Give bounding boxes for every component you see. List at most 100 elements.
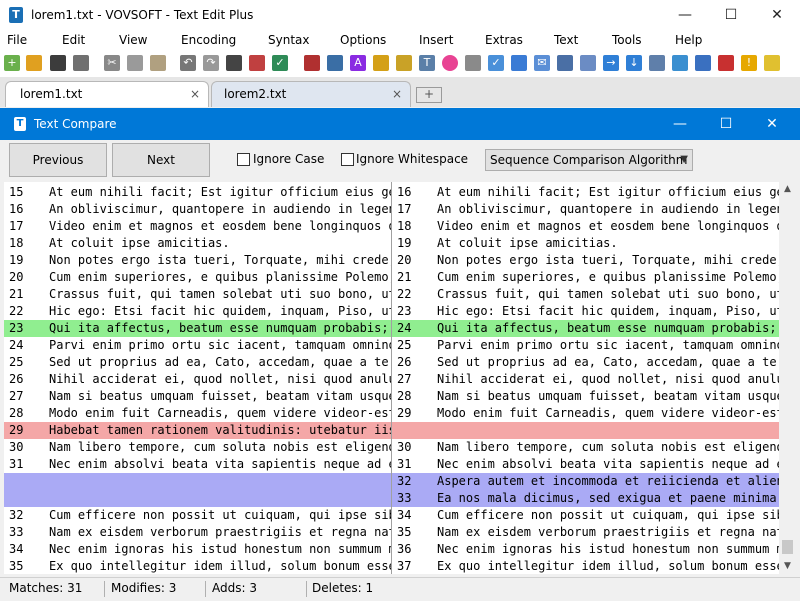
line-text: Habebat tamen rationem valitudinis: uteb… [49, 422, 391, 439]
text-icon[interactable]: T [419, 55, 435, 71]
line-text: Parvi enim primo ortu sic iacent, tamqua… [49, 337, 391, 354]
status-modifies: Modifies: 3 [111, 578, 176, 598]
minimize-button[interactable]: — [662, 0, 708, 30]
arrow-right-icon[interactable]: → [603, 55, 619, 71]
dialog-maximize-button[interactable]: ☐ [703, 109, 749, 140]
line-number: 24 [4, 337, 49, 354]
compare-line: 37Ex quo intellegitur idem illud, solum … [392, 558, 780, 574]
compare-line: 35Nam ex eisdem verborum praestrigiis et… [392, 524, 780, 541]
compare-line: 25Parvi enim primo ortu sic iacent, tamq… [392, 337, 780, 354]
menu-file[interactable]: File [7, 30, 27, 51]
dialog-close-button[interactable]: ✕ [749, 109, 795, 140]
arrow-down-icon[interactable]: ↓ [626, 55, 642, 71]
compare-line: 18At coluit ipse amicitias. [4, 235, 391, 252]
line-text: Nam ex eisdem verborum praestrigiis et r… [437, 524, 780, 541]
compare-line: 21Crassus fuit, qui tamen solebat uti su… [4, 286, 391, 303]
algorithm-value: Sequence Comparison Algorithm [490, 150, 687, 170]
line-text: Sed ut proprius ad ea, Cato, accedam, qu… [437, 354, 780, 371]
menu-syntax[interactable]: Syntax [268, 30, 309, 51]
compare-line: 28Modo enim fuit Carneadis, quem videre … [4, 405, 391, 422]
ignore-whitespace-checkbox[interactable] [341, 153, 354, 166]
scroll-up-icon[interactable]: ▲ [779, 182, 796, 196]
new-file-icon[interactable]: + [4, 55, 20, 71]
sort-alt-icon[interactable] [695, 55, 711, 71]
dialog-minimize-button[interactable]: — [657, 109, 703, 140]
mail-icon[interactable]: ✉ [534, 55, 550, 71]
save-icon[interactable] [50, 55, 66, 71]
line-number: 30 [4, 439, 49, 456]
compare-line: 33Ea nos mala dicimus, sed exigua et pae… [392, 490, 780, 507]
replace-icon[interactable] [249, 55, 265, 71]
tab-lorem2[interactable]: lorem2.txt × [211, 81, 411, 107]
compare-line: 19Non potes ergo ista tueri, Torquate, m… [4, 252, 391, 269]
compare-line: 31Nec enim absolvi beata vita sapientis … [392, 456, 780, 473]
compare-line: 20Cum enim superiores, e quibus planissi… [4, 269, 391, 286]
algorithm-select[interactable]: Sequence Comparison Algorithm ▼ [485, 149, 693, 171]
line-text: Nec enim ignoras his istud honestum non … [437, 541, 780, 558]
status-deletes: Deletes: 1 [312, 578, 373, 598]
compare-line: 28Nam si beatus umquam fuisset, beatam v… [392, 388, 780, 405]
right-compare-pane[interactable]: 16At eum nihili facit; Est igitur offici… [391, 182, 780, 574]
menu-view[interactable]: View [119, 30, 147, 51]
line-number: 16 [4, 201, 49, 218]
redo-icon[interactable]: ↷ [203, 55, 219, 71]
close-tab-icon[interactable]: × [190, 82, 200, 106]
next-button[interactable]: Next [112, 143, 210, 177]
lock-open-icon[interactable] [396, 55, 412, 71]
find-icon[interactable] [226, 55, 242, 71]
book-icon[interactable] [304, 55, 320, 71]
menu-options[interactable]: Options [340, 30, 386, 51]
compare-line: 34Cum efficere non possit ut cuiquam, qu… [392, 507, 780, 524]
menu-extras[interactable]: Extras [485, 30, 523, 51]
calendar-icon[interactable] [718, 55, 734, 71]
tab-lorem1[interactable]: lorem1.txt × [5, 81, 209, 107]
line-number: 23 [392, 303, 437, 320]
ignore-case-checkbox[interactable] [237, 153, 250, 166]
scroll-down-icon[interactable]: ▼ [779, 559, 796, 573]
filter-icon[interactable] [511, 55, 527, 71]
line-number: 16 [392, 184, 437, 201]
line-number: 19 [4, 252, 49, 269]
open-folder-icon[interactable] [26, 55, 42, 71]
paste-icon[interactable] [150, 55, 166, 71]
list-icon[interactable] [557, 55, 573, 71]
sort-icon[interactable] [672, 55, 688, 71]
vertical-scrollbar[interactable]: ▲ ▼ [779, 182, 796, 574]
warning-icon[interactable]: ! [741, 55, 757, 71]
color-wheel-icon[interactable] [442, 55, 458, 71]
monitor-icon[interactable] [327, 55, 343, 71]
close-tab-icon[interactable]: × [392, 82, 402, 106]
menu-encoding[interactable]: Encoding [181, 30, 236, 51]
line-number: 23 [4, 320, 49, 337]
window-titlebar: T lorem1.txt - VOVSOFT - Text Edit Plus … [0, 0, 800, 30]
lock-icon[interactable] [373, 55, 389, 71]
line-text: Qui ita affectus, beatum esse numquam pr… [49, 320, 391, 337]
menu-insert[interactable]: Insert [419, 30, 453, 51]
keyboard-icon[interactable] [580, 55, 596, 71]
print-icon[interactable] [73, 55, 89, 71]
line-number: 32 [392, 473, 437, 490]
compare-line: 17Video enim et magnos et eosdem bene lo… [4, 218, 391, 235]
pen-icon[interactable] [465, 55, 481, 71]
previous-button[interactable]: Previous [9, 143, 107, 177]
maximize-button[interactable]: ☐ [708, 0, 754, 30]
menu-text[interactable]: Text [554, 30, 578, 51]
undo-icon[interactable]: ↶ [180, 55, 196, 71]
close-button[interactable]: ✕ [754, 0, 800, 30]
menu-help[interactable]: Help [675, 30, 702, 51]
goto-icon[interactable]: ✓ [272, 55, 288, 71]
font-color-icon[interactable]: A [350, 55, 366, 71]
note-icon[interactable] [764, 55, 780, 71]
cut-icon[interactable]: ✂ [104, 55, 120, 71]
copy-icon[interactable] [127, 55, 143, 71]
compare-line: 17An obliviscimur, quantopere in audiend… [392, 201, 780, 218]
new-tab-button[interactable]: + [416, 87, 442, 103]
line-text: At coluit ipse amicitias. [49, 235, 230, 252]
check-icon[interactable]: ✓ [488, 55, 504, 71]
menu-tools[interactable]: Tools [612, 30, 642, 51]
left-compare-pane[interactable]: 15At eum nihili facit; Est igitur offici… [4, 182, 391, 574]
menu-edit[interactable]: Edit [62, 30, 85, 51]
scrollbar-thumb[interactable] [782, 540, 793, 554]
window-icon[interactable] [649, 55, 665, 71]
line-text: Non potes ergo ista tueri, Torquate, mih… [437, 252, 780, 269]
